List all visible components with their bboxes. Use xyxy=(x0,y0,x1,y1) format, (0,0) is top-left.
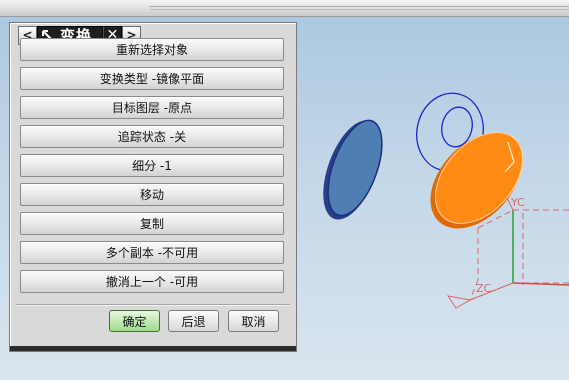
graphics-viewport[interactable]: YC ZC xyxy=(295,16,569,380)
transform-dialog: < 变换 ✕ > 重新选择对象 变换类型 -镜像平面 目标图层 -原点 追踪状态… xyxy=(9,22,297,352)
move-button[interactable]: 移动 xyxy=(20,183,284,206)
undo-last-button[interactable]: 撤消上一个 -可用 xyxy=(20,270,284,293)
top-toolbar-strip xyxy=(0,0,569,17)
toolbar-line xyxy=(150,6,569,7)
back-button[interactable]: 后退 xyxy=(168,310,219,332)
axis-label-zc: ZC xyxy=(476,282,492,295)
cancel-button[interactable]: 取消 xyxy=(228,310,279,332)
reselect-objects-button[interactable]: 重新选择对象 xyxy=(20,38,284,61)
copy-button[interactable]: 复制 xyxy=(20,212,284,235)
footer-separator xyxy=(16,304,290,306)
multiple-copies-button[interactable]: 多个副本 -不可用 xyxy=(20,241,284,264)
axis-label-yc: YC xyxy=(510,196,525,209)
x-axis-line xyxy=(512,282,569,286)
ok-button[interactable]: 确定 xyxy=(109,310,160,332)
trace-status-button[interactable]: 追踪状态 -关 xyxy=(20,125,284,148)
target-layer-button[interactable]: 目标图层 -原点 xyxy=(20,96,284,119)
transform-type-button[interactable]: 变换类型 -镜像平面 xyxy=(20,67,284,90)
dialog-bottom-edge xyxy=(10,346,296,351)
toolbar-line xyxy=(150,9,569,10)
z-axis-arrow xyxy=(446,295,472,309)
subdivide-button[interactable]: 细分 -1 xyxy=(20,154,284,177)
